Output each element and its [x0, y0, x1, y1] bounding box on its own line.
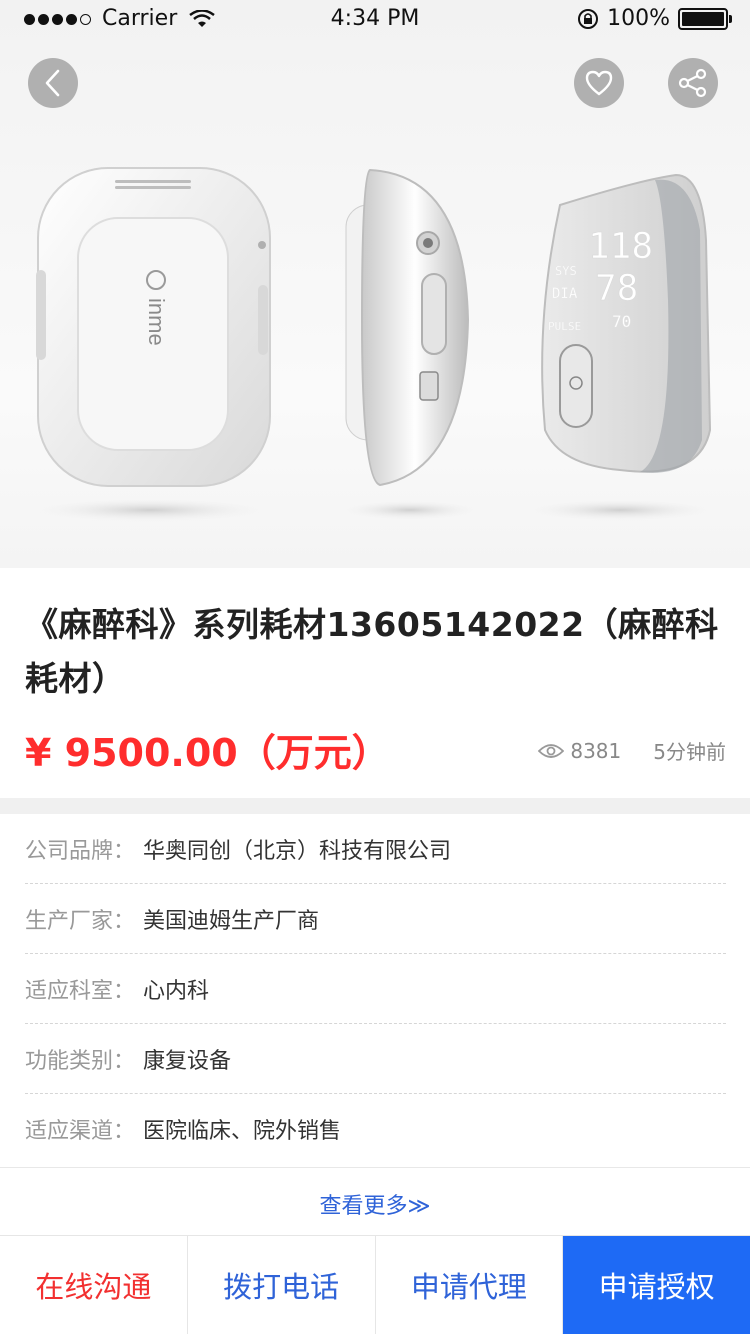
svg-text:70: 70 — [612, 312, 631, 331]
info-value: 美国迪姆生产厂商 — [143, 908, 320, 934]
info-row-manufacturer: 生产厂家： 美国迪姆生产厂商 — [25, 884, 726, 954]
heart-icon — [585, 70, 613, 96]
info-row-category: 功能类别： 康复设备 — [25, 1024, 726, 1094]
product-image: inme SYS 118 DIA 78 PULSE 70 — [30, 167, 715, 522]
share-button[interactable] — [668, 58, 718, 108]
info-label: 公司品牌： — [25, 838, 136, 864]
battery-percent: 100% — [607, 6, 670, 31]
svg-text:78: 78 — [595, 268, 638, 309]
section-divider — [0, 798, 750, 814]
info-label: 适应科室： — [25, 978, 136, 1004]
info-label: 功能类别： — [25, 1048, 136, 1074]
info-value: 华奥同创（北京）科技有限公司 — [143, 838, 452, 864]
product-title: 《麻醉科》系列耗材13605142022（麻醉科耗材） — [25, 605, 719, 698]
action-bar: 在线沟通 拨打电话 申请代理 申请授权 — [0, 1235, 750, 1334]
view-more-link[interactable]: 查看更多≫ — [0, 1188, 750, 1220]
svg-text:SYS: SYS — [555, 264, 577, 278]
svg-text:DIA: DIA — [552, 286, 578, 302]
call-button[interactable]: 拨打电话 — [187, 1236, 376, 1334]
svg-text:inme: inme — [144, 298, 169, 346]
apply-authorization-button[interactable]: 申请授权 — [563, 1236, 750, 1334]
product-info-list: 公司品牌： 华奥同创（北京）科技有限公司 生产厂家： 美国迪姆生产厂商 适应科室… — [25, 814, 726, 1164]
product-meta: 8381 5分钟前 — [538, 736, 726, 765]
posted-time: 5分钟前 — [653, 740, 726, 764]
apply-agent-button[interactable]: 申请代理 — [375, 1236, 564, 1334]
info-row-brand: 公司品牌： 华奥同创（北京）科技有限公司 — [25, 814, 726, 884]
info-label: 生产厂家： — [25, 908, 136, 934]
chevron-left-icon — [45, 69, 60, 97]
online-chat-button[interactable]: 在线沟通 — [0, 1236, 188, 1334]
product-price: ¥ 9500.00（万元） — [25, 731, 390, 775]
product-image-area: inme SYS 118 DIA 78 PULSE 70 Carrier 4:3… — [0, 0, 750, 568]
info-value: 康复设备 — [143, 1048, 232, 1074]
info-row-department: 适应科室： 心内科 — [25, 954, 726, 1024]
svg-text:118: 118 — [588, 226, 653, 267]
view-count: 8381 — [570, 738, 622, 763]
divider — [0, 1167, 750, 1168]
rotation-lock-icon — [578, 8, 599, 29]
eye-icon — [538, 743, 565, 758]
status-bar: Carrier 4:34 PM 100% — [0, 0, 750, 40]
back-button[interactable] — [28, 58, 78, 108]
info-value: 心内科 — [143, 978, 210, 1004]
info-row-channel: 适应渠道： 医院临床、院外销售 — [25, 1094, 726, 1164]
info-label: 适应渠道： — [25, 1119, 136, 1144]
battery-icon — [678, 7, 732, 30]
info-value: 医院临床、院外销售 — [143, 1119, 342, 1144]
svg-text:PULSE: PULSE — [548, 320, 581, 333]
favorite-button[interactable] — [574, 58, 624, 108]
share-icon — [678, 68, 707, 98]
